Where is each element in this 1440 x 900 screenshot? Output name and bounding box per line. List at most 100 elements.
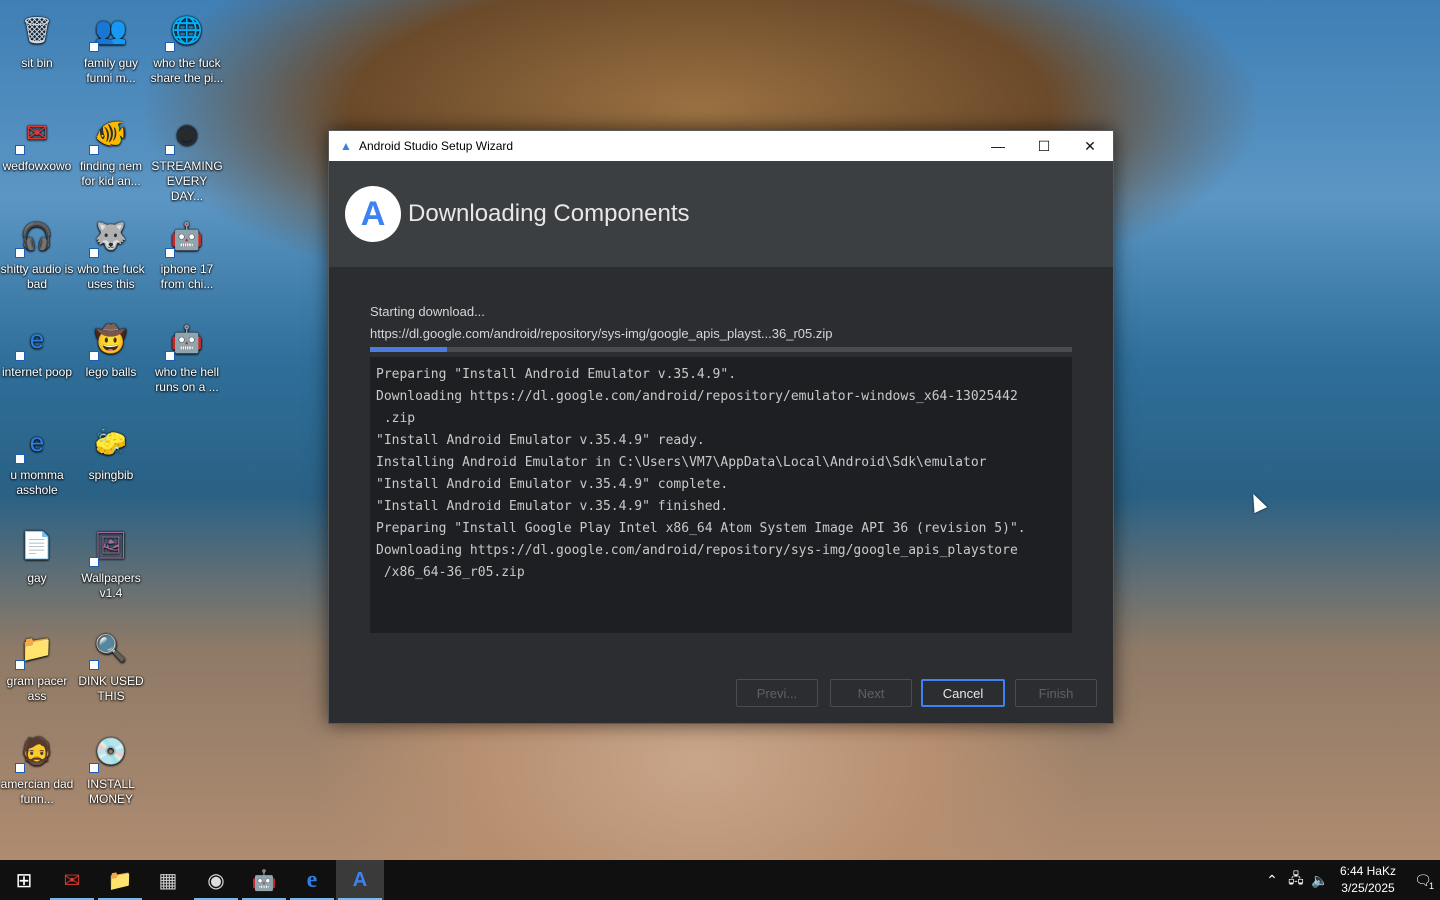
install-log[interactable]: Preparing "Install Android Emulator v.35… — [370, 357, 1072, 633]
app-icon: 🎧 — [13, 212, 61, 260]
desktop-icon-label: Wallpapers v1.4 — [81, 571, 141, 600]
desktop-icon[interactable]: 🖼 Wallpapers v1.4 — [74, 515, 148, 601]
app-icon: e — [13, 418, 61, 466]
desktop-icon[interactable]: 📁 gram pacer ass — [0, 618, 74, 704]
app-icon: 🐠 — [87, 109, 135, 157]
desktop-icon-label: spingbib — [88, 468, 134, 482]
maximize-button[interactable]: ☐ — [1021, 131, 1067, 161]
download-url: https://dl.google.com/android/repository… — [370, 326, 833, 341]
log-line: Installing Android Emulator in C:\Users\… — [376, 455, 987, 470]
desktop-icon[interactable]: 👥 family guy funni m... — [74, 0, 148, 86]
close-button[interactable]: ✕ — [1067, 131, 1113, 161]
desktop-icon-label: amercian dad funn... — [0, 777, 74, 806]
desktop-icon[interactable]: ✉ wedfowxowo — [0, 103, 74, 174]
desktop-icon-label: lego balls — [85, 365, 137, 379]
app-icon: 🌐 — [163, 6, 211, 54]
desktop-icon[interactable]: 🤖 iphone 17 from chi... — [150, 206, 224, 292]
taskbar: ⊞ ✉ 📁 ▦ ◉ 🤖 e A ⌃ 🖧 🔈 6:44 HaKz 3/25/2025 🗨 1 — [0, 860, 1440, 900]
taskbar-file-explorer[interactable]: 📁 — [96, 860, 144, 900]
log-line: Downloading https://dl.google.com/androi… — [376, 543, 1018, 558]
notification-icon[interactable]: 🗨 1 — [1406, 872, 1440, 891]
desktop-icon-label: gram pacer ass — [6, 674, 68, 703]
app-icon: 🧔 — [13, 727, 61, 775]
clock-time: 6:44 HaKz — [1339, 864, 1396, 878]
app-icon: 💿 — [87, 727, 135, 775]
finish-button[interactable]: Finish — [1015, 679, 1097, 707]
desktop-icon-label: INSTALL MONEY — [87, 777, 135, 806]
desktop-icon[interactable]: 🤠 lego balls — [74, 309, 148, 380]
desktop-icon-label: iphone 17 from chi... — [160, 262, 214, 291]
app-icon: e — [13, 315, 61, 363]
desktop-icon[interactable]: 📄 gay — [0, 515, 74, 586]
log-line: "Install Android Emulator v.35.4.9" comp… — [376, 477, 729, 492]
app-icon: 🔍 — [87, 624, 135, 672]
desktop-icon-label: shitty audio is bad — [0, 262, 74, 291]
clock-date: 3/25/2025 — [1341, 881, 1395, 895]
desktop-icon-label: sit bin — [21, 56, 53, 70]
desktop-icon[interactable]: 🐺 who the fuck uses this — [74, 206, 148, 292]
app-icon: 🗑 — [20, 14, 54, 45]
window-title: Android Studio Setup Wizard — [359, 139, 514, 153]
log-line: /x86_64-36_r05.zip — [376, 565, 525, 580]
desktop-icon-label: who the hell runs on a ... — [154, 365, 220, 394]
taskbar-app[interactable]: ▦ — [144, 860, 192, 900]
desktop-icon-label: STREAMING EVERY DAY... — [151, 159, 223, 203]
log-line: Preparing "Install Android Emulator v.35… — [376, 367, 737, 382]
download-progress-bar — [370, 347, 1072, 352]
desktop-icon-label: gay — [27, 571, 47, 585]
taskbar-obs[interactable]: ◉ — [192, 860, 240, 900]
desktop-icon-label: family guy funni m... — [83, 56, 139, 85]
log-line: "Install Android Emulator v.35.4.9" read… — [376, 433, 705, 448]
desktop-icon-label: DINK USED THIS — [78, 674, 144, 703]
app-icon: ✉ — [13, 109, 61, 157]
desktop-icon-label: u momma asshole — [10, 468, 64, 497]
chevron-up-icon[interactable]: ⌃ — [1260, 872, 1284, 889]
desktop-icon[interactable]: eu momma asshole — [0, 412, 74, 498]
desktop-icon[interactable]: 🔍 DINK USED THIS — [74, 618, 148, 704]
start-button[interactable]: ⊞ — [0, 860, 48, 900]
taskbar-wedfowxowo[interactable]: ✉ — [48, 860, 96, 900]
android-studio-logo-icon: A — [345, 186, 401, 242]
desktop-icon[interactable]: 🌐 who the fuck share the pi... — [150, 0, 224, 86]
network-icon[interactable]: 🖧 — [1284, 868, 1308, 892]
cancel-button[interactable]: Cancel — [921, 679, 1005, 707]
app-icon: 🤖 — [163, 212, 211, 260]
app-icon: 👥 — [87, 6, 135, 54]
mouse-cursor-icon — [1246, 490, 1268, 514]
log-line: Preparing "Install Google Play Intel x86… — [376, 521, 1026, 536]
title-bar[interactable]: ▲ Android Studio Setup Wizard — ☐ ✕ — [329, 131, 1113, 161]
download-status: Starting download... — [370, 304, 485, 319]
previous-button[interactable]: Previ... — [736, 679, 818, 707]
desktop-icon-label: who the fuck share the pi... — [150, 56, 224, 85]
app-icon: 🐺 — [87, 212, 135, 260]
app-icon: 🤖 — [163, 315, 211, 363]
app-icon: 🧽 — [94, 426, 128, 457]
setup-wizard-window: ▲ Android Studio Setup Wizard — ☐ ✕ A Do… — [328, 130, 1114, 724]
desktop-icon-label: wedfowxowo — [2, 159, 72, 173]
app-icon: ◉ — [163, 109, 211, 157]
volume-icon[interactable]: 🔈 — [1308, 872, 1332, 889]
desktop-icon[interactable]: 🧔 amercian dad funn... — [0, 721, 74, 807]
app-icon: 📁 — [13, 624, 61, 672]
taskbar-android-studio[interactable]: A — [336, 860, 384, 900]
desktop-icon[interactable]: 🗑 sit bin — [0, 0, 74, 71]
desktop-icon-label: finding nem for kid an... — [79, 159, 143, 188]
desktop-icon[interactable]: ◉ STREAMING EVERY DAY... — [150, 103, 224, 204]
desktop-icon[interactable]: 🎧 shitty audio is bad — [0, 206, 74, 292]
clock[interactable]: 6:44 HaKz 3/25/2025 — [1340, 863, 1396, 897]
wizard-header: A Downloading Components — [329, 161, 1113, 267]
next-button[interactable]: Next — [830, 679, 912, 707]
minimize-button[interactable]: — — [975, 131, 1021, 161]
desktop-icon[interactable]: 🤖 who the hell runs on a ... — [150, 309, 224, 395]
system-tray: ⌃ 🖧 🔈 6:44 HaKz 3/25/2025 🗨 1 — [1260, 860, 1440, 900]
taskbar-internet-explorer[interactable]: e — [288, 860, 336, 900]
app-icon: 🤠 — [87, 315, 135, 363]
android-studio-icon: ▲ — [340, 139, 352, 153]
app-icon: 📄 — [20, 529, 54, 560]
desktop-icon[interactable]: 💿 INSTALL MONEY — [74, 721, 148, 807]
desktop-icon[interactable]: 🧽 spingbib — [74, 412, 148, 483]
desktop-icon[interactable]: e internet poop — [0, 309, 74, 380]
desktop-icon[interactable]: 🐠 finding nem for kid an... — [74, 103, 148, 189]
taskbar-android[interactable]: 🤖 — [240, 860, 288, 900]
log-line: "Install Android Emulator v.35.4.9" fini… — [376, 499, 729, 514]
